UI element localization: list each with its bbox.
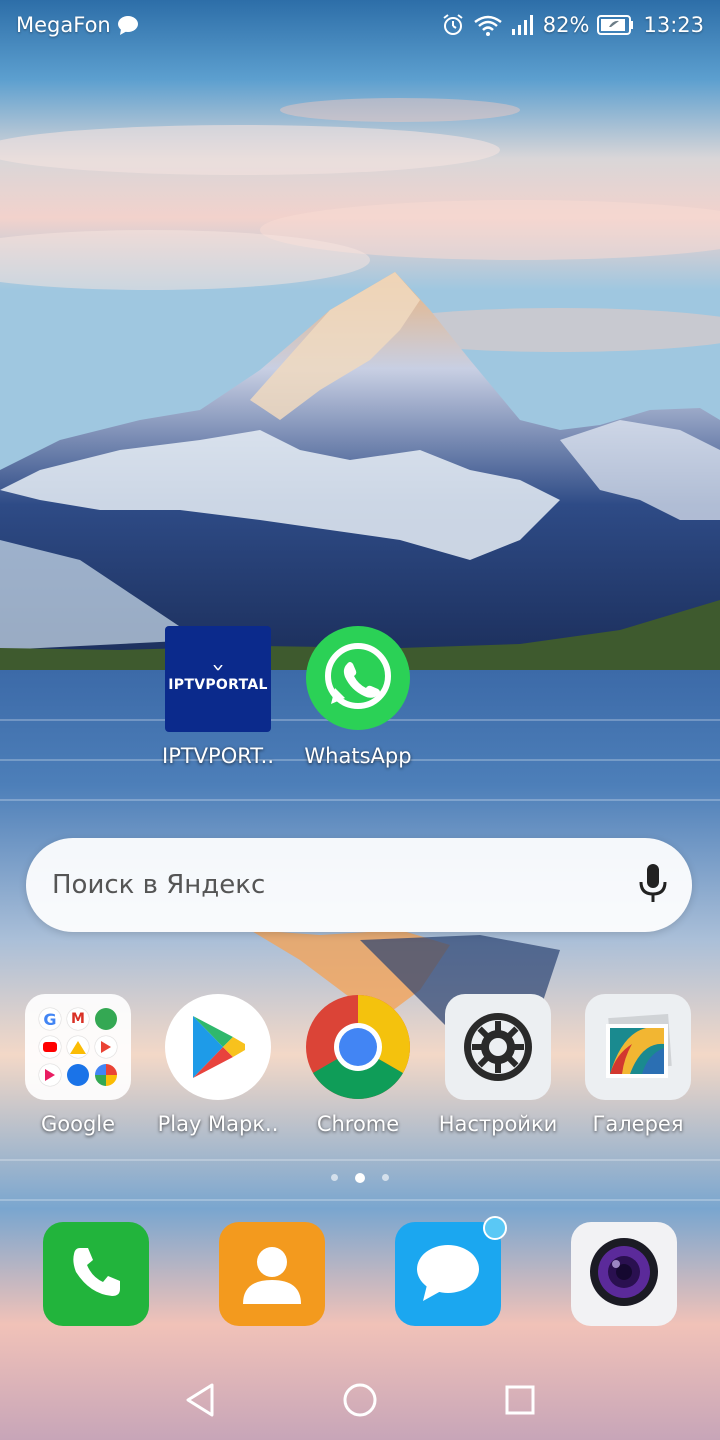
app-chrome[interactable]: Chrome	[288, 994, 428, 1136]
gallery-icon	[585, 994, 691, 1100]
page-dot-active[interactable]	[355, 1173, 365, 1183]
app-label: WhatsApp	[304, 744, 412, 768]
dock-contacts[interactable]	[219, 1222, 325, 1326]
app-iptvportal[interactable]: IPTVPORTAL IPTVPORT..	[148, 626, 288, 768]
battery-percent: 82%	[542, 13, 590, 37]
contacts-icon	[241, 1240, 303, 1308]
clock: 13:23	[643, 13, 704, 37]
phone-icon	[66, 1242, 126, 1306]
messages-icon	[415, 1243, 481, 1305]
app-label: Play Марк..	[157, 1112, 279, 1136]
app-gallery[interactable]: Галерея	[568, 994, 708, 1136]
chat-notification-icon	[117, 15, 139, 35]
navigation-bar	[0, 1360, 720, 1440]
home-button[interactable]	[342, 1382, 378, 1418]
iptv-portal-icon: IPTVPORTAL	[165, 626, 271, 732]
whatsapp-icon	[305, 626, 411, 732]
back-button[interactable]	[184, 1382, 216, 1418]
alarm-icon	[441, 13, 465, 37]
google-folder-icon: G M	[25, 994, 131, 1100]
wifi-icon	[473, 13, 503, 37]
microphone-icon[interactable]	[638, 862, 668, 908]
dock-phone[interactable]	[43, 1222, 149, 1326]
page-indicator	[0, 1173, 720, 1183]
app-label: Google	[40, 1112, 116, 1136]
app-settings[interactable]: Настройки	[428, 994, 568, 1136]
dock-messages[interactable]	[395, 1216, 507, 1326]
search-input[interactable]	[50, 869, 594, 901]
recents-button[interactable]	[504, 1384, 536, 1416]
iptv-logo-text: IPTVPORTAL	[168, 677, 268, 693]
dock-camera[interactable]	[571, 1222, 677, 1326]
app-label: Настройки	[438, 1112, 558, 1136]
folder-google[interactable]: G M Google	[8, 994, 148, 1136]
play-store-icon	[165, 994, 271, 1100]
chrome-icon	[305, 994, 411, 1100]
camera-icon	[588, 1236, 660, 1312]
app-label: Галерея	[592, 1112, 684, 1136]
app-play-market[interactable]: Play Марк..	[148, 994, 288, 1136]
notification-badge	[483, 1216, 507, 1240]
yandex-search-bar[interactable]	[26, 838, 692, 932]
status-bar: MegaFon 82% 13:23	[0, 0, 720, 50]
settings-gear-icon	[445, 994, 551, 1100]
page-dot[interactable]	[331, 1174, 338, 1181]
app-label: IPTVPORT..	[162, 744, 274, 768]
page-dot[interactable]	[382, 1174, 389, 1181]
app-label: Chrome	[316, 1112, 400, 1136]
carrier-name: MegaFon	[16, 13, 111, 37]
app-whatsapp[interactable]: WhatsApp	[288, 626, 428, 768]
battery-icon	[597, 14, 635, 36]
signal-icon	[511, 14, 535, 36]
